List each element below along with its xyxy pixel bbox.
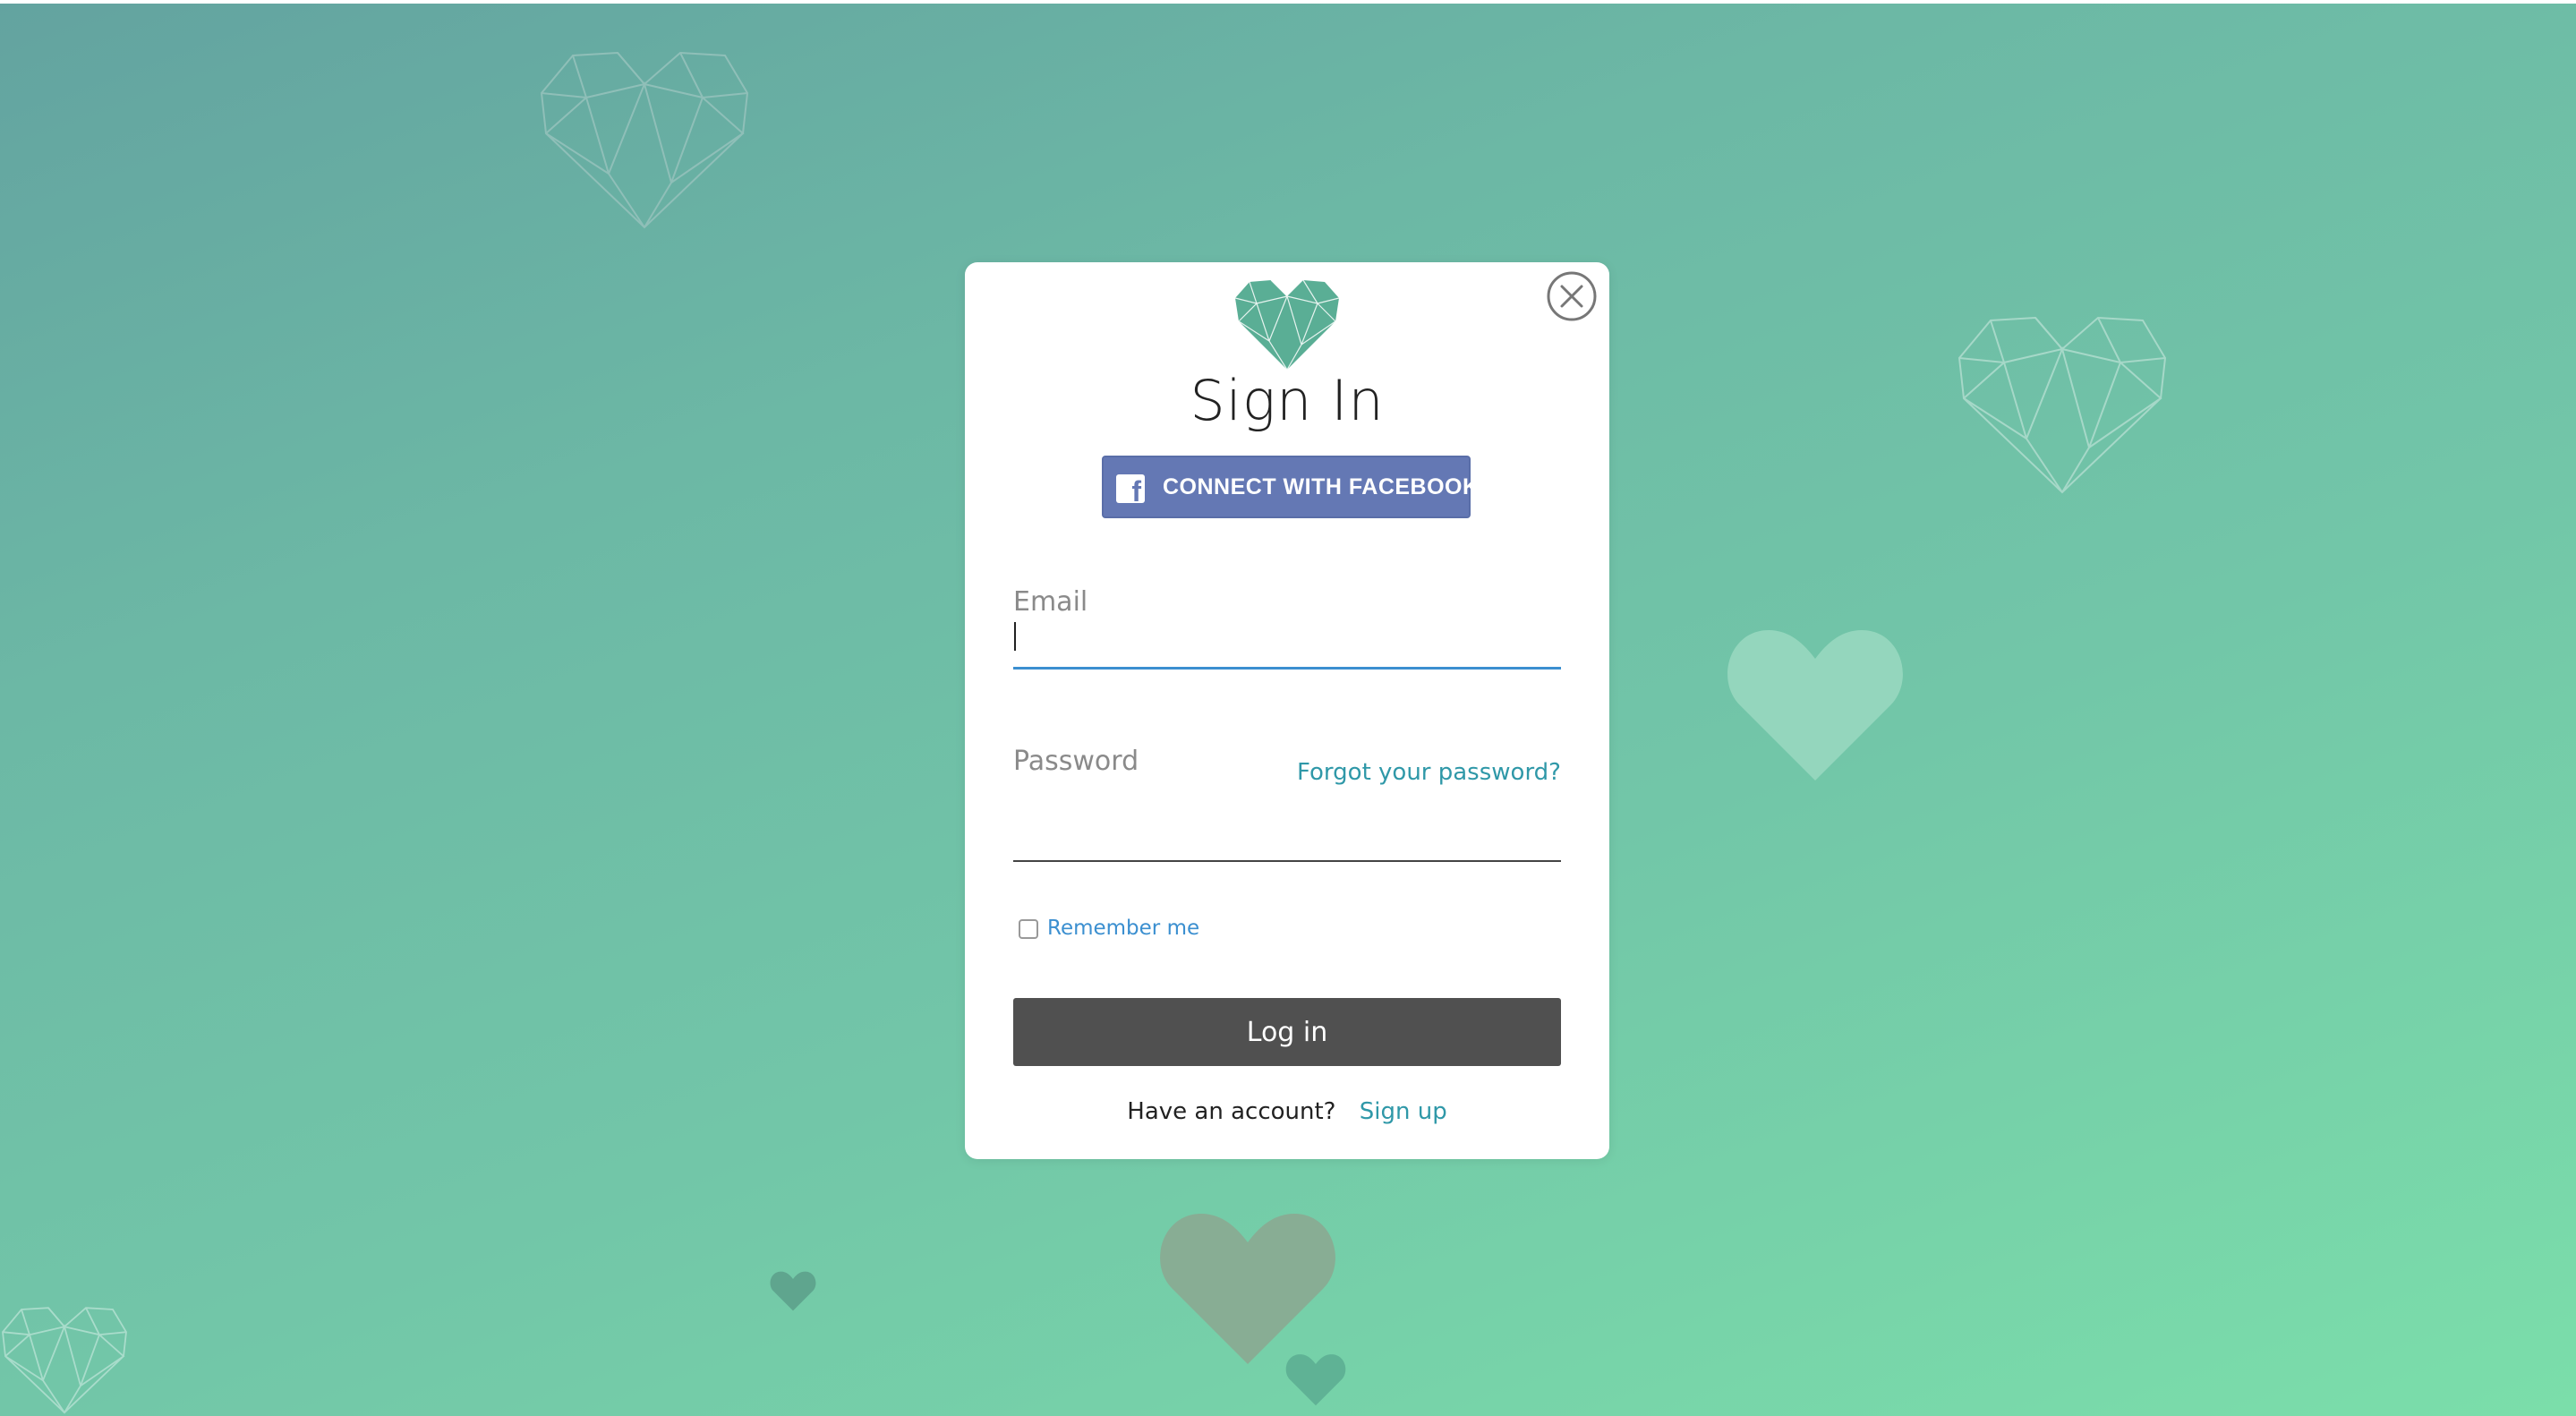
have-account-text: Have an account? (1127, 1098, 1336, 1125)
decor-heart-outline-icon (2, 1307, 127, 1414)
text-caret (1014, 622, 1016, 651)
email-underline (1013, 667, 1561, 670)
email-label: Email (1013, 586, 1088, 618)
decor-heart-outline-icon (1958, 316, 2167, 494)
signup-prompt: Have an account? Sign up (965, 1098, 1609, 1125)
remember-me-checkbox[interactable] (1019, 919, 1038, 939)
login-button[interactable]: Log in (1013, 998, 1561, 1066)
close-icon[interactable] (1547, 271, 1597, 321)
decor-heart-outline-icon (540, 51, 749, 229)
remember-me-label[interactable]: Remember me (1047, 917, 1199, 940)
password-field[interactable] (1013, 808, 1561, 848)
decor-heart-muted-icon (1160, 1214, 1335, 1364)
sign-up-link[interactable]: Sign up (1360, 1098, 1447, 1125)
decor-heart-small-icon (770, 1271, 816, 1311)
connect-facebook-button[interactable]: f CONNECT WITH FACEBOOK (1102, 456, 1479, 518)
email-field[interactable] (1013, 615, 1561, 654)
page-title: Sign In (1190, 368, 1385, 433)
decor-heart-light-icon (1727, 630, 1903, 781)
decor-heart-small-icon (1285, 1354, 1346, 1406)
sign-in-modal: Sign In f CONNECT WITH FACEBOOK Email Pa… (965, 262, 1609, 1159)
heart-logo-icon (1234, 279, 1340, 371)
facebook-icon: f (1116, 474, 1145, 503)
password-label: Password (1013, 746, 1139, 777)
forgot-password-link[interactable]: Forgot your password? (1297, 759, 1561, 786)
top-edge-line (0, 0, 2576, 4)
password-underline (1013, 860, 1561, 862)
facebook-button-label: CONNECT WITH FACEBOOK (1163, 474, 1480, 499)
